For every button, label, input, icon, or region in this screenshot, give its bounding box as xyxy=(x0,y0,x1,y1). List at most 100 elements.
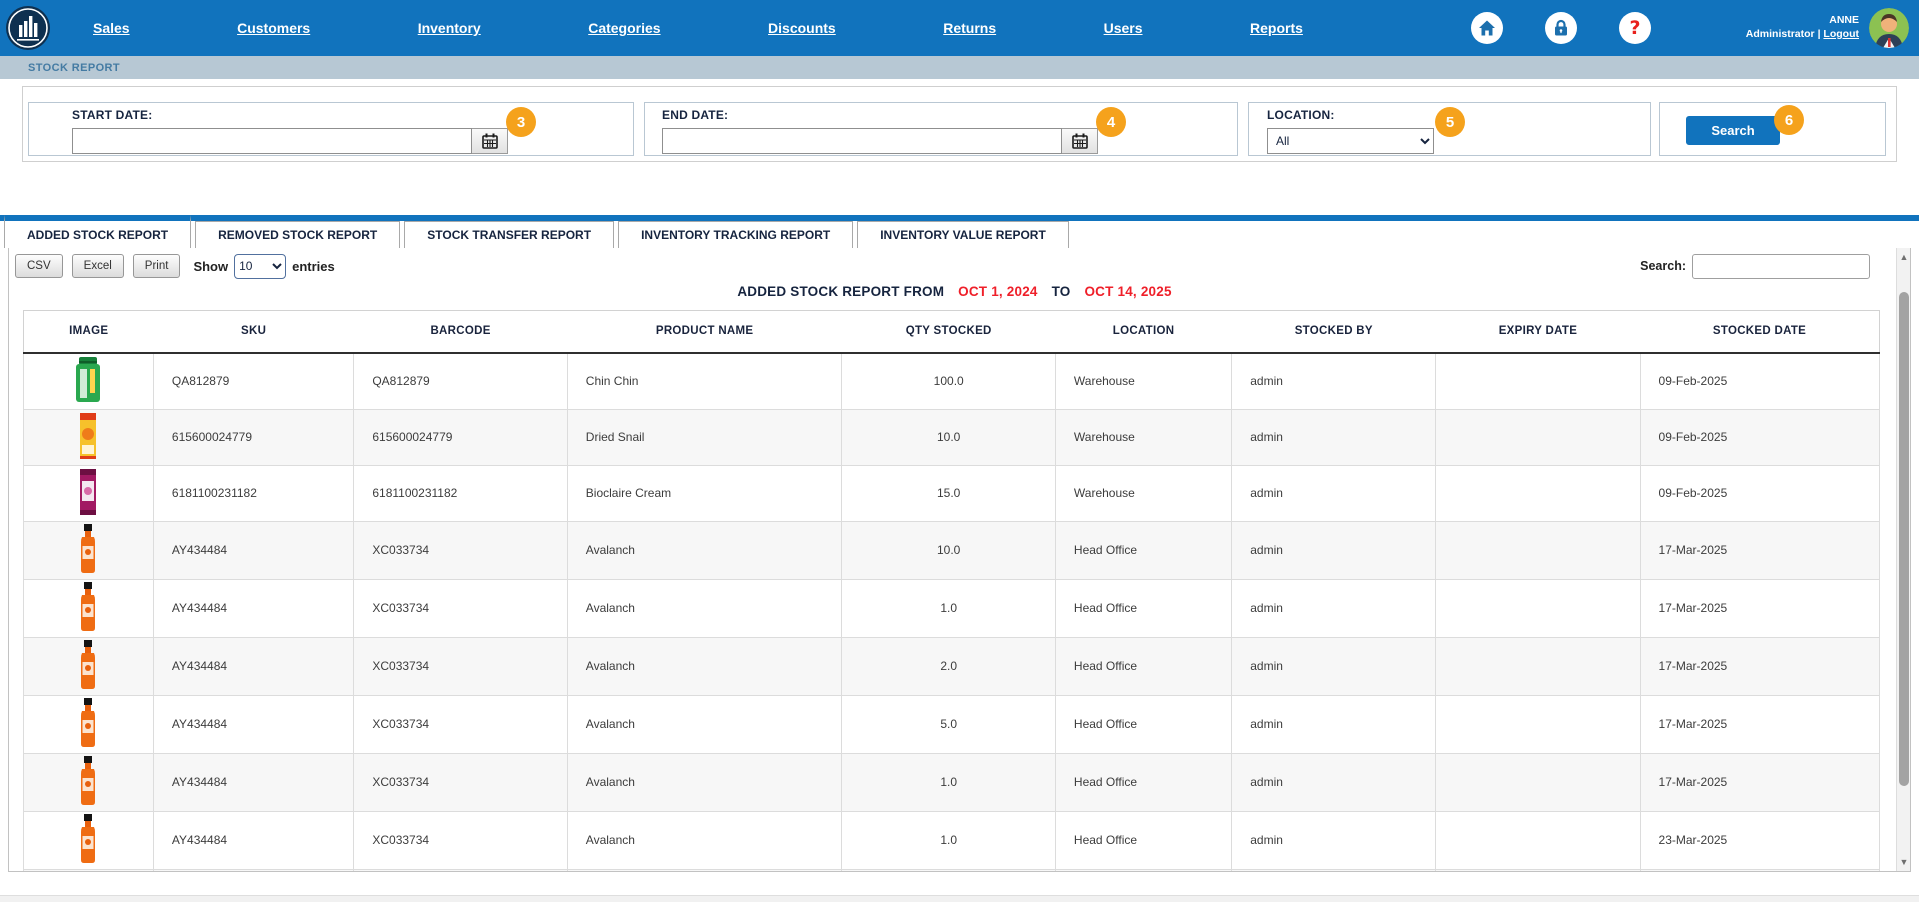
cell-barcode: XC033734 xyxy=(354,637,567,695)
end-date-calendar-icon[interactable] xyxy=(1062,128,1098,154)
breadcrumb-bar: STOCK REPORT xyxy=(0,56,1919,79)
report-to-label: TO xyxy=(1052,284,1071,299)
user-info: ANNE Administrator | Logout xyxy=(1746,14,1859,41)
cell-expiry xyxy=(1436,637,1640,695)
search-box: Search 6 xyxy=(1659,102,1886,156)
cell-product: Avalanch xyxy=(567,637,842,695)
nav-item-sales[interactable]: Sales xyxy=(93,20,130,36)
filter-search-button[interactable]: Search xyxy=(1686,116,1780,145)
end-date-box: END DATE: 4 xyxy=(644,102,1238,156)
column-header-image[interactable]: IMAGE xyxy=(24,311,154,353)
report-tabs: ADDED STOCK REPORTREMOVED STOCK REPORTST… xyxy=(4,215,1073,248)
table-search-input[interactable] xyxy=(1692,254,1870,279)
column-header-location[interactable]: LOCATION xyxy=(1055,311,1231,353)
lock-icon[interactable] xyxy=(1545,12,1577,44)
tab-removed-stock-report[interactable]: REMOVED STOCK REPORT xyxy=(195,221,400,248)
start-date-box: START DATE: 3 xyxy=(28,102,634,156)
nav-item-returns[interactable]: Returns xyxy=(943,20,996,36)
cell-sku: AY434484 xyxy=(153,753,353,811)
report-content-panel: CSVExcelPrint Show 10 entries Search: AD… xyxy=(8,248,1911,872)
product-image xyxy=(24,521,154,579)
cell-location: Head Office xyxy=(1055,695,1231,753)
cell-location: Head Office xyxy=(1055,753,1231,811)
cell-product: Avalanch xyxy=(567,753,842,811)
cell-expiry xyxy=(1436,409,1640,465)
nav-item-inventory[interactable]: Inventory xyxy=(418,20,481,36)
tab-inventory-value-report[interactable]: INVENTORY VALUE REPORT xyxy=(857,221,1069,248)
table-row: QA812879QA812879Chin Chin100.0Warehousea… xyxy=(24,353,1880,410)
cell-expiry xyxy=(1436,753,1640,811)
cell-qty: 15.0 xyxy=(842,465,1055,521)
cell-stocked_date: 17-Mar-2025 xyxy=(1640,637,1879,695)
cell-location: Head Office xyxy=(1055,811,1231,869)
cell-stocked_date: 09-Feb-2025 xyxy=(1640,465,1879,521)
end-date-input[interactable] xyxy=(662,128,1062,154)
table-row: AY434484XC033734Avalanch1.0Head Officead… xyxy=(24,579,1880,637)
tab-added-stock-report[interactable]: ADDED STOCK REPORT xyxy=(4,215,191,248)
column-header-sku[interactable]: SKU xyxy=(153,311,353,353)
start-date-calendar-icon[interactable] xyxy=(472,128,508,154)
snack-pack-icon xyxy=(74,449,102,463)
csv-export-button[interactable]: CSV xyxy=(15,254,63,278)
cell-expiry xyxy=(1436,811,1640,869)
location-select[interactable]: All xyxy=(1267,128,1434,154)
scrollbar-thumb[interactable] xyxy=(1899,292,1909,786)
export-buttons: CSV Excel Print xyxy=(15,254,189,278)
nav-item-categories[interactable]: Categories xyxy=(588,20,660,36)
report-title: ADDED STOCK REPORT FROM OCT 1, 2024 TO O… xyxy=(9,284,1910,308)
cell-barcode: XC033734 xyxy=(354,869,567,872)
scroll-up-icon[interactable]: ▲ xyxy=(1897,250,1911,264)
cell-sku: AY434484 xyxy=(153,811,353,869)
column-header-qty-stocked[interactable]: QTY STOCKED xyxy=(842,311,1055,353)
nav-item-users[interactable]: Users xyxy=(1104,20,1143,36)
cell-product: Avalanch xyxy=(567,695,842,753)
cell-expiry xyxy=(1436,353,1640,410)
column-header-barcode[interactable]: BARCODE xyxy=(354,311,567,353)
help-icon[interactable]: ? xyxy=(1619,12,1651,44)
report-from-date: OCT 1, 2024 xyxy=(958,284,1038,299)
stock-table-body: QA812879QA812879Chin Chin100.0Warehousea… xyxy=(24,353,1880,873)
print-export-button[interactable]: Print xyxy=(133,254,181,278)
cell-expiry xyxy=(1436,465,1640,521)
cell-stocked_date: 17-Mar-2025 xyxy=(1640,579,1879,637)
cell-stocked_by: admin xyxy=(1232,409,1436,465)
cell-stocked_by: admin xyxy=(1232,695,1436,753)
home-icon[interactable] xyxy=(1471,12,1503,44)
column-header-stocked-date[interactable]: STOCKED DATE xyxy=(1640,311,1879,353)
scroll-down-icon[interactable]: ▼ xyxy=(1897,855,1911,869)
cell-product: Avalanch xyxy=(567,869,842,872)
annotation-badge-6: 6 xyxy=(1774,105,1804,135)
column-header-product-name[interactable]: PRODUCT NAME xyxy=(567,311,842,353)
nav-item-discounts[interactable]: Discounts xyxy=(768,20,836,36)
app-logo-icon[interactable] xyxy=(5,5,51,51)
cell-stocked_by: admin xyxy=(1232,869,1436,872)
cell-qty: 100.0 xyxy=(842,353,1055,410)
entries-select[interactable]: 10 xyxy=(234,254,286,279)
user-name: ANNE xyxy=(1746,14,1859,28)
annotation-badge-4: 4 xyxy=(1096,107,1126,137)
user-avatar[interactable] xyxy=(1869,8,1909,48)
nav-item-reports[interactable]: Reports xyxy=(1250,20,1303,36)
cell-stocked_by: admin xyxy=(1232,753,1436,811)
column-header-expiry-date[interactable]: EXPIRY DATE xyxy=(1436,311,1640,353)
nav-item-customers[interactable]: Customers xyxy=(237,20,310,36)
logout-link[interactable]: Logout xyxy=(1823,28,1859,40)
start-date-label: START DATE: xyxy=(72,108,152,122)
cell-expiry xyxy=(1436,579,1640,637)
column-header-stocked-by[interactable]: STOCKED BY xyxy=(1232,311,1436,353)
bottle-icon xyxy=(71,737,105,751)
table-toolbar: CSVExcelPrint Show 10 entries Search: xyxy=(9,248,1910,284)
cell-barcode: XC033734 xyxy=(354,521,567,579)
cell-qty: 5.0 xyxy=(842,695,1055,753)
excel-export-button[interactable]: Excel xyxy=(72,254,124,278)
tab-inventory-tracking-report[interactable]: INVENTORY TRACKING REPORT xyxy=(618,221,853,248)
footer-strip xyxy=(0,895,1919,902)
table-row: 61811002311826181100231182Bioclaire Crea… xyxy=(24,465,1880,521)
cell-qty: 10.0 xyxy=(842,521,1055,579)
cell-expiry xyxy=(1436,521,1640,579)
start-date-input[interactable] xyxy=(72,128,472,154)
cell-location: Head Office xyxy=(1055,579,1231,637)
tab-stock-transfer-report[interactable]: STOCK TRANSFER REPORT xyxy=(404,221,614,248)
table-search-label: Search: xyxy=(1640,259,1686,273)
annotation-badge-5: 5 xyxy=(1435,107,1465,137)
